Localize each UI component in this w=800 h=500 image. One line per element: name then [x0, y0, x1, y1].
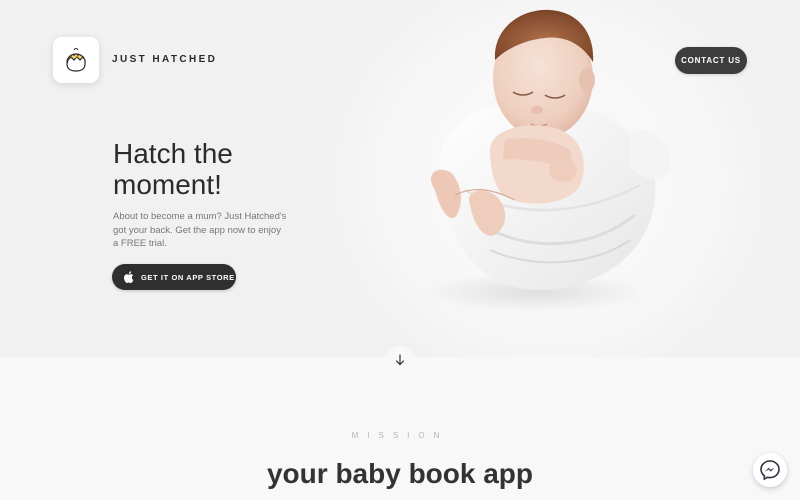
messenger-chat-button[interactable]: [753, 453, 787, 487]
logo[interactable]: [53, 37, 99, 83]
messenger-icon: [760, 460, 780, 481]
apple-icon: [124, 271, 134, 283]
headline-line-1: Hatch the: [113, 138, 233, 169]
hatching-chick-icon: [66, 48, 86, 72]
contact-us-button[interactable]: CONTACT US: [675, 47, 747, 74]
app-store-button[interactable]: GET IT ON APP STORE: [112, 264, 236, 290]
mission-title: your baby book app: [266, 458, 534, 489]
arrow-down-icon: [395, 354, 405, 366]
hero-section: JUST HATCHED CONTACT US Hatch the moment…: [0, 0, 800, 357]
landing-page: JUST HATCHED CONTACT US Hatch the moment…: [0, 0, 800, 500]
mission-label: MISSION: [351, 431, 449, 440]
hero-subtext: About to become a mum? Just Hatched's go…: [113, 211, 287, 249]
headline-line-2: moment!: [113, 169, 222, 200]
brand-name: JUST HATCHED: [112, 54, 218, 65]
hero-headline: Hatch the moment!: [113, 138, 313, 200]
hero-baby-image: [425, 9, 671, 312]
app-store-label: GET IT ON APP STORE: [141, 272, 235, 282]
scroll-down-button[interactable]: [386, 346, 414, 374]
